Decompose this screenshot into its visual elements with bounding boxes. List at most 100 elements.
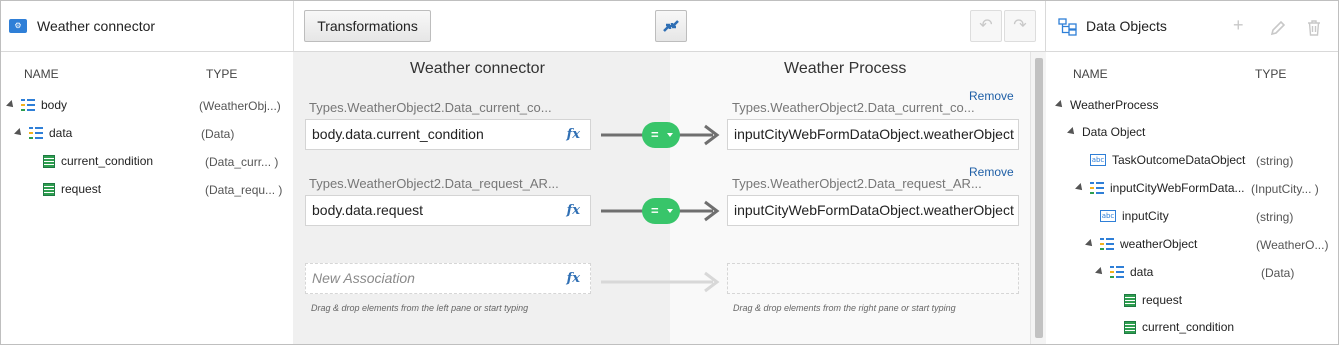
right-drop-hint: Drag & drop elements from the right pane… — [733, 303, 956, 313]
target-expression-field[interactable]: inputCityWebFormDataObject.weatherObject — [727, 195, 1019, 226]
tree-item-weather-object[interactable]: weatherObject — [1085, 234, 1198, 254]
source-pane-title: Weather connector — [37, 18, 156, 34]
source-expression-field[interactable]: body.data.request fx — [305, 195, 591, 226]
object-icon — [1100, 238, 1114, 250]
new-association-placeholder: New Association — [312, 270, 415, 286]
pencil-icon[interactable] — [1270, 20, 1286, 36]
target-expression-text: inputCityWebFormDataObject.weatherObject — [734, 202, 1014, 218]
tree-item-label: WeatherProcess — [1070, 98, 1159, 112]
tree-item-label: request — [1142, 293, 1183, 307]
mapping-editor: Transformations ↶ ↷ Weather connector We… — [293, 1, 1046, 344]
operator-dropdown[interactable]: = — [642, 122, 680, 148]
tree-item-type: (Data_requ... ) — [205, 183, 283, 197]
column-header-name: NAME — [24, 67, 59, 81]
chevron-down-icon — [667, 209, 673, 213]
connector-icon: ⚙ — [9, 19, 27, 33]
tree-item-data-object[interactable]: Data Object — [1067, 122, 1146, 142]
trash-icon[interactable] — [1307, 20, 1321, 36]
tree-item-weather-process[interactable]: WeatherProcess — [1055, 95, 1159, 115]
new-target-field[interactable] — [727, 263, 1019, 294]
tree-item-label: data — [49, 126, 73, 140]
collapse-arrows-icon — [663, 20, 679, 32]
tree-item-type: (InputCity... ) — [1251, 182, 1319, 196]
operator-label: = — [651, 203, 659, 218]
column-header-type: TYPE — [206, 67, 238, 81]
target-path: Types.WeatherObject2.Data_current_co... — [732, 100, 975, 115]
object-icon — [29, 127, 43, 139]
tree-item-input-city-web-form[interactable]: inputCityWebFormData... — [1075, 178, 1245, 198]
fx-icon[interactable]: fx — [567, 120, 580, 149]
tree-item-current-condition[interactable]: current_condition — [43, 151, 153, 171]
expand-triangle-icon[interactable] — [1095, 267, 1105, 277]
tree-item-type: (string) — [1256, 210, 1294, 224]
source-path: Types.WeatherObject2.Data_request_AR... — [309, 176, 559, 191]
tree-item-request[interactable]: request — [1124, 290, 1182, 310]
new-association-field[interactable]: New Association fx — [305, 263, 591, 294]
tree-item-request[interactable]: request — [43, 179, 101, 199]
expand-triangle-icon[interactable] — [6, 100, 16, 110]
tree-item-label: data — [1130, 265, 1154, 279]
object-icon — [1090, 182, 1104, 194]
data-objects-title: Data Objects — [1086, 18, 1167, 34]
expand-triangle-icon[interactable] — [1067, 127, 1077, 137]
expand-triangle-icon[interactable] — [14, 128, 24, 138]
tree-item-current-condition[interactable]: current_condition — [1124, 317, 1234, 337]
undo-button[interactable]: ↶ — [970, 10, 1002, 42]
target-column-title: Weather Process — [784, 60, 907, 77]
redo-button[interactable]: ↷ — [1004, 10, 1036, 42]
string-icon: abc — [1100, 210, 1116, 222]
tree-item-label: current_condition — [61, 154, 154, 168]
string-icon: abc — [1090, 154, 1106, 166]
source-pane-header: ⚙ Weather connector — [1, 1, 293, 52]
tree-item-label: inputCityWebFormData... — [1110, 181, 1245, 195]
tree-item-label: TaskOutcomeDataObject — [1112, 153, 1246, 167]
scrollbar[interactable] — [1030, 52, 1046, 344]
fx-icon[interactable]: fx — [567, 264, 580, 293]
tree-item-label: Data Object — [1082, 125, 1146, 139]
tree-item-type: (WeatherObj...) — [199, 99, 281, 113]
operator-label: = — [651, 127, 659, 142]
tree-item-label: weatherObject — [1120, 237, 1198, 251]
tree-item-type: (WeatherO...) — [1256, 238, 1329, 252]
fx-icon[interactable]: fx — [567, 196, 580, 225]
grid-icon — [43, 182, 55, 196]
tree-item-type: (Data) — [201, 127, 235, 141]
target-path: Types.WeatherObject2.Data_request_AR... — [732, 176, 982, 191]
target-expression-text: inputCityWebFormDataObject.weatherObject — [734, 126, 1014, 142]
collapse-button[interactable] — [655, 10, 687, 42]
source-expression-text: body.data.current_condition — [312, 126, 484, 142]
tree-item-label: body — [41, 98, 68, 112]
tree-item-type: (Data_curr... ) — [205, 155, 279, 169]
column-header-name: NAME — [1073, 67, 1108, 81]
grid-icon — [43, 154, 55, 168]
tree-item-label: current_condition — [1142, 320, 1235, 334]
data-objects-icon — [1058, 18, 1077, 36]
source-column-title: Weather connector — [410, 60, 545, 77]
chevron-down-icon — [667, 133, 673, 137]
left-drop-hint: Drag & drop elements from the left pane … — [311, 303, 529, 313]
tree-item-type: (string) — [1256, 154, 1294, 168]
grid-icon — [1124, 320, 1136, 334]
source-expression-field[interactable]: body.data.current_condition fx — [305, 119, 591, 150]
tree-item-input-city[interactable]: abc inputCity — [1100, 206, 1169, 226]
object-icon — [1110, 266, 1124, 278]
object-icon — [21, 99, 35, 111]
expand-triangle-icon[interactable] — [1075, 183, 1085, 193]
scrollbar-thumb[interactable] — [1035, 58, 1043, 338]
tree-item-task-outcome[interactable]: abc TaskOutcomeDataObject — [1090, 150, 1245, 170]
tree-item-label: request — [61, 182, 102, 196]
data-objects-header: Data Objects + — [1046, 1, 1338, 52]
plus-icon[interactable]: + — [1233, 15, 1244, 36]
expand-triangle-icon[interactable] — [1055, 100, 1065, 110]
tree-item-body[interactable]: body — [6, 95, 68, 115]
grid-icon — [1124, 293, 1136, 307]
transformations-button[interactable]: Transformations — [304, 10, 431, 42]
source-path: Types.WeatherObject2.Data_current_co... — [309, 100, 552, 115]
tree-item-data[interactable]: data — [1095, 262, 1154, 282]
tree-item-data[interactable]: data — [14, 123, 73, 143]
operator-dropdown[interactable]: = — [642, 198, 680, 224]
expand-triangle-icon[interactable] — [1085, 239, 1095, 249]
target-expression-field[interactable]: inputCityWebFormDataObject.weatherObject — [727, 119, 1019, 150]
source-expression-text: body.data.request — [312, 202, 424, 218]
remove-link[interactable]: Remove — [969, 89, 1014, 103]
